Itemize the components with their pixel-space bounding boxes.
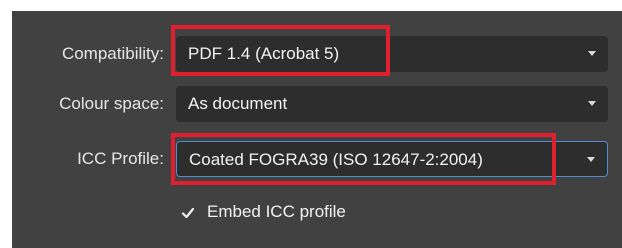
icc-profile-dropdown[interactable]: Coated FOGRA39 (ISO 12647-2:2004) [176,141,608,177]
compatibility-value: PDF 1.4 (Acrobat 5) [188,44,340,63]
icc-profile-label: ICC Profile: [77,149,164,168]
chevron-down-icon [587,157,595,162]
screenshot-frame: Compatibility: PDF 1.4 (Acrobat 5) Colou… [0,0,622,248]
embed-icc-checkbox[interactable] [181,206,195,220]
colour-space-value: As document [188,94,288,113]
icc-profile-value: Coated FOGRA39 (ISO 12647-2:2004) [189,150,483,169]
colour-space-label: Colour space: [59,94,164,113]
chevron-down-icon [588,101,596,106]
colour-space-dropdown[interactable]: As document [176,86,608,122]
checkmark-icon [181,207,195,219]
compatibility-dropdown[interactable]: PDF 1.4 (Acrobat 5) [176,36,608,72]
chevron-down-icon [588,51,596,56]
embed-icc-label: Embed ICC profile [207,202,346,221]
compatibility-label: Compatibility: [61,44,164,63]
